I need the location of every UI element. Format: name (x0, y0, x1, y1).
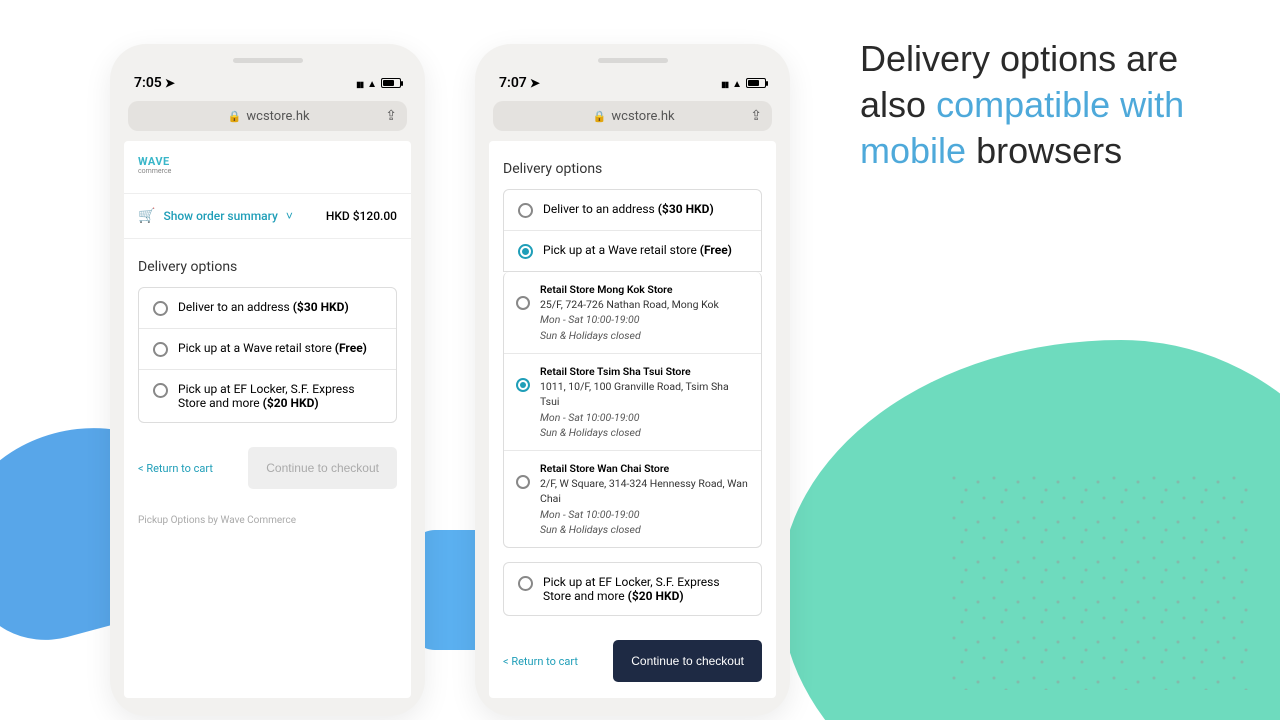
return-to-cart-link[interactable]: < Return to cart (503, 655, 578, 668)
option-pickup-store[interactable]: Pick up at a Wave retail store (Free) (504, 230, 761, 271)
lock-icon: 🔒 (228, 110, 242, 123)
radio-icon (516, 475, 530, 489)
location-icon: ➤ (165, 76, 175, 90)
store-option-mongkok[interactable]: Retail Store Mong Kok Store 25/F, 724-72… (504, 272, 761, 353)
location-icon: ➤ (530, 76, 540, 90)
url-text: wcstore.hk (611, 109, 674, 124)
chevron-down-icon: ˅ (286, 209, 293, 223)
delivery-options-card-bottom: Pick up at EF Locker, S.F. Express Store… (503, 562, 762, 616)
status-time: 7:05 (134, 75, 162, 91)
signal-icon (721, 75, 728, 91)
radio-icon-selected (518, 244, 533, 259)
summary-label: Show order summary (163, 209, 277, 223)
wifi-icon (367, 75, 377, 91)
phone-mock-right: 7:07➤ 🔒 wcstore.hk ⇪ Delivery options Del… (475, 44, 790, 716)
lock-icon: 🔒 (593, 110, 607, 123)
option-ef-locker[interactable]: Pick up at EF Locker, S.F. Express Store… (139, 369, 396, 422)
option-deliver-address[interactable]: Deliver to an address ($30 HKD) (139, 288, 396, 328)
share-icon[interactable]: ⇪ (750, 108, 762, 124)
store-option-wanchai[interactable]: Retail Store Wan Chai Store 2/F, W Squar… (504, 450, 761, 547)
continue-checkout-button[interactable]: Continue to checkout (613, 640, 762, 682)
continue-checkout-button[interactable]: Continue to checkout (248, 447, 397, 489)
share-icon[interactable]: ⇪ (385, 108, 397, 124)
return-to-cart-link[interactable]: < Return to cart (138, 462, 213, 475)
delivery-options-card: Deliver to an address ($30 HKD) Pick up … (503, 189, 762, 272)
decor-confetti (950, 470, 1250, 690)
order-summary-toggle[interactable]: 🛒 Show order summary ˅ HKD $120.00 (124, 193, 411, 239)
radio-icon (153, 301, 168, 316)
radio-icon (153, 383, 168, 398)
signal-icon (356, 75, 363, 91)
radio-icon (518, 576, 533, 591)
store-sublist: Retail Store Mong Kok Store 25/F, 724-72… (503, 272, 762, 548)
battery-icon (746, 78, 766, 88)
checkout-page-expanded: Delivery options Deliver to an address (… (489, 141, 776, 698)
wifi-icon (732, 75, 742, 91)
summary-total: HKD $120.00 (326, 209, 397, 223)
radio-icon (518, 203, 533, 218)
cart-icon: 🛒 (138, 208, 155, 224)
radio-icon (516, 296, 530, 310)
radio-icon-selected (516, 378, 530, 392)
status-time: 7:07 (499, 75, 527, 91)
phone-speaker (233, 58, 303, 63)
delivery-section-title: Delivery options (489, 141, 776, 189)
battery-icon (381, 78, 401, 88)
status-bar: 7:05➤ (120, 71, 415, 97)
delivery-options-card: Deliver to an address ($30 HKD) Pick up … (138, 287, 397, 423)
radio-icon (153, 342, 168, 357)
phone-speaker (598, 58, 668, 63)
phone-mock-left: 7:05➤ 🔒 wcstore.hk ⇪ WAVE commerce 🛒 Show… (110, 44, 425, 716)
option-pickup-store[interactable]: Pick up at a Wave retail store (Free) (139, 328, 396, 369)
store-logo: WAVE commerce (124, 141, 411, 193)
url-text: wcstore.hk (246, 109, 309, 124)
option-deliver-address[interactable]: Deliver to an address ($30 HKD) (504, 190, 761, 230)
marketing-headline: Delivery options are also compatible wit… (860, 36, 1240, 174)
status-bar: 7:07➤ (485, 71, 780, 97)
store-option-tst[interactable]: Retail Store Tsim Sha Tsui Store 1011, 1… (504, 353, 761, 450)
delivery-section-title: Delivery options (124, 239, 411, 287)
option-ef-locker[interactable]: Pick up at EF Locker, S.F. Express Store… (504, 563, 761, 615)
browser-address-bar[interactable]: 🔒 wcstore.hk ⇪ (493, 101, 772, 131)
checkout-page: WAVE commerce 🛒 Show order summary ˅ HKD… (124, 141, 411, 698)
footer-note: Pickup Options by Wave Commerce (124, 505, 411, 540)
browser-address-bar[interactable]: 🔒 wcstore.hk ⇪ (128, 101, 407, 131)
